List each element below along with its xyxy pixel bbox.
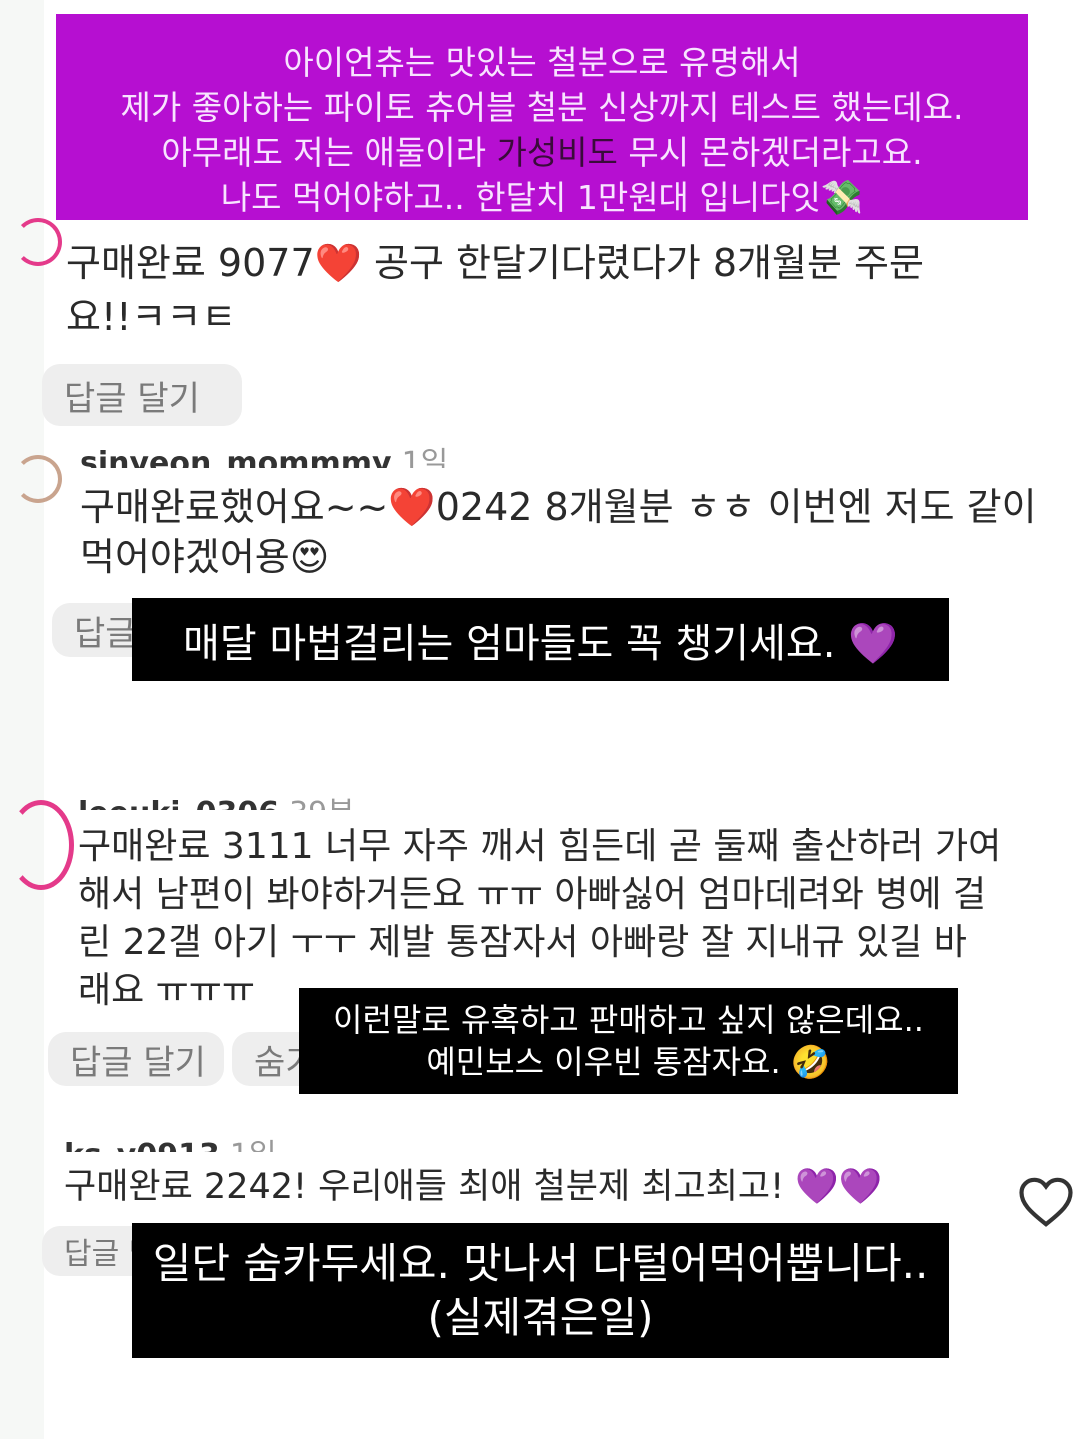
comment-username[interactable]: ks_y09131일 (64, 1130, 304, 1152)
reply-button[interactable]: 답글 달기 (48, 1032, 224, 1086)
caption-overlay: 매달 마법걸리는 엄마들도 꼭 챙기세요. 💜 (132, 598, 949, 681)
comment-text: 요!!ㅋㅋㅌ (66, 295, 237, 339)
purple-heart-icon: 💜 (848, 620, 898, 667)
comment-username[interactable]: sinyeon_mommmy 1일 (80, 438, 500, 468)
caption-overlay: 이런말로 유혹하고 판매하고 싶지 않은데요.. 예민보스 이우빈 통잠자요. … (299, 988, 958, 1094)
comment-text: 해서 남편이 봐야하거든요 ㅠㅠ 아빠싫어 엄마데려와 병에 걸 (78, 874, 987, 915)
money-with-wings-icon: 💸 (820, 178, 864, 218)
banner-line: 아이언츄는 맛있는 철분으로 유명해서 (283, 43, 801, 82)
highlight-text: 가성비도 (496, 133, 618, 172)
avatar-ring[interactable] (8, 800, 74, 890)
left-edge-strip (0, 0, 44, 1439)
red-heart-icon: ❤️ (388, 485, 436, 529)
comment-text: 린 22갤 아기 ㅜㅜ 제발 통잠자서 아빠랑 잘 지내규 있길 바 (78, 922, 967, 963)
comment-username[interactable]: leeuki_030639분 (78, 788, 398, 810)
comment-text: 구매완료 3111 너무 자주 깨서 힘든데 곧 둘째 출산하러 가여 (78, 826, 1002, 867)
reply-button[interactable]: 답글 달기 (42, 364, 242, 426)
like-heart-icon[interactable] (1018, 1176, 1074, 1228)
banner-line: 나도 먹어야하고.. 한달치 1만원대 입니다잇💸 (56, 175, 1028, 221)
comment-text: 래요 ㅠㅠㅠ (78, 970, 256, 1011)
purple-heart-icon: 💜💜 (795, 1167, 883, 1207)
comment-text: 먹어야겠어용😍 (80, 535, 330, 579)
red-heart-icon: ❤️ (314, 241, 362, 285)
comment-text: 구매완료했어요~~❤️0242 8개월분 ㅎㅎ 이번엔 저도 같이 (80, 485, 1037, 529)
avatar-ring[interactable] (14, 455, 62, 503)
avatar-ring[interactable] (14, 218, 62, 266)
heart-eyes-emoji-icon: 😍 (289, 535, 330, 579)
promo-banner: 아이언츄는 맛있는 철분으로 유명해서 제가 좋아하는 파이토 츄어블 철분 신… (56, 14, 1028, 220)
caption-overlay: 일단 숨카두세요. 맛나서 다털어먹어뿝니다.. (실제겪은일) (132, 1223, 949, 1358)
rolling-laughing-emoji-icon: 🤣 (790, 1043, 831, 1081)
banner-line: 아무래도 저는 애둘이라 가성비도 무시 몬하겠더라고요. (161, 133, 923, 172)
comment-text: 구매완료 9077❤️ 공구 한달기다렸다가 8개월분 주문 (66, 241, 924, 285)
banner-line: 제가 좋아하는 파이토 츄어블 철분 신상까지 테스트 했는데요. (120, 88, 964, 127)
comment-text: 구매완료 2242! 우리애들 최애 철분제 최고최고! 💜💜 (64, 1167, 883, 1207)
